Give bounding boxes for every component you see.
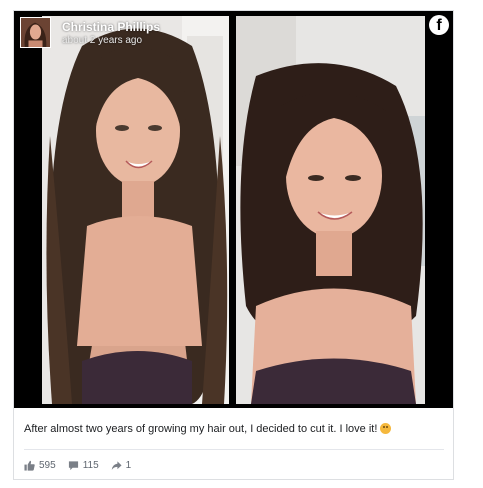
before-photo[interactable] xyxy=(42,16,229,404)
after-photo[interactable] xyxy=(236,16,425,404)
author-name[interactable]: Christina Phillips xyxy=(62,20,160,34)
facebook-post-embed: Christina Phillips about 2 years ago f A… xyxy=(13,10,454,480)
shares-stat[interactable]: 1 xyxy=(111,459,132,471)
shares-count: 1 xyxy=(125,459,132,471)
engagement-stats: 595 115 1 xyxy=(24,458,143,472)
post-media[interactable]: Christina Phillips about 2 years ago f xyxy=(14,11,453,408)
post-caption: After almost two years of growing my hai… xyxy=(24,422,444,436)
share-arrow-icon xyxy=(111,460,122,470)
likes-count: 595 xyxy=(39,459,56,471)
post-timestamp[interactable]: about 2 years ago xyxy=(62,35,142,47)
thumbs-up-icon xyxy=(24,460,35,471)
comments-count: 115 xyxy=(82,459,99,471)
caption-text: After almost two years of growing my hai… xyxy=(24,423,378,435)
comment-icon xyxy=(68,460,78,470)
comments-stat[interactable]: 115 xyxy=(68,460,99,471)
before-photo-image xyxy=(42,16,229,404)
divider xyxy=(24,449,444,450)
winking-face-emoji-icon xyxy=(380,423,392,434)
avatar-image xyxy=(21,18,50,47)
likes-stat[interactable]: 595 xyxy=(24,460,56,471)
facebook-logo-icon[interactable]: f xyxy=(429,15,449,35)
author-avatar[interactable] xyxy=(20,17,51,48)
after-photo-image xyxy=(236,16,425,404)
